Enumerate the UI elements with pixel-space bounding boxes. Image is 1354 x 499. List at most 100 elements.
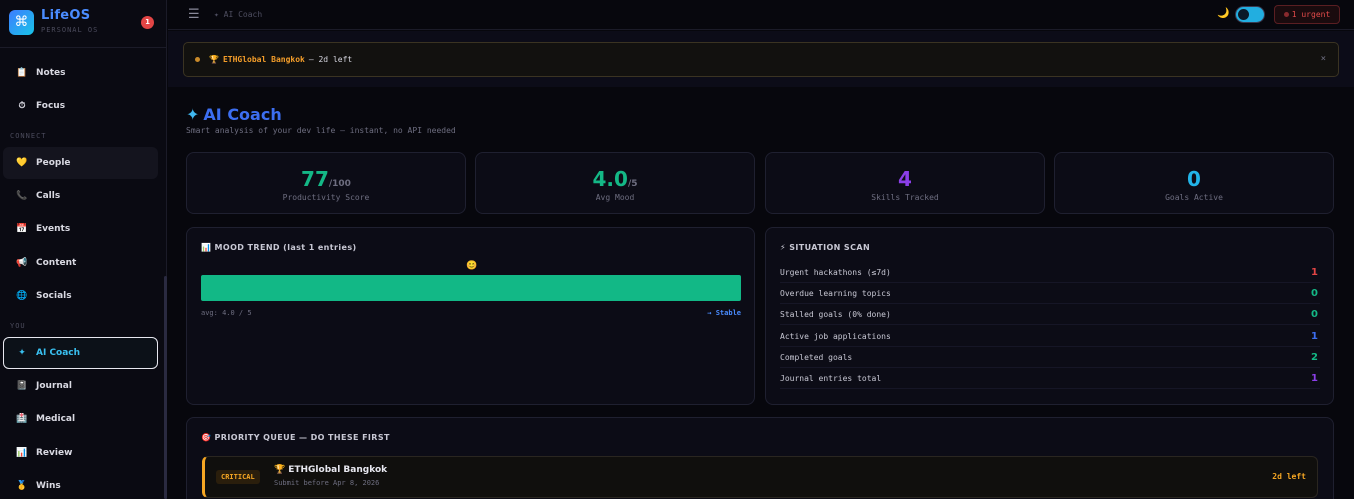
heart-icon: 💛 [16, 158, 28, 168]
sidebar-item-notes[interactable]: 📋 Notes [3, 57, 158, 89]
top-bar: ☰ ✦ AI Coach 🌙 1 urgent [168, 0, 1354, 30]
phone-icon: 📞 [16, 191, 28, 201]
scan-label: Urgent hackathons (≤7d) [780, 267, 891, 277]
sidebar-item-label: Content [36, 258, 77, 268]
sidebar-item-label: Socials [36, 291, 72, 301]
stat-card-mood: 4.0/5 Avg Mood [475, 152, 755, 214]
priority-queue-title: 🎯 PRIORITY QUEUE — DO THESE FIRST [201, 433, 390, 442]
sidebar-item-people[interactable]: 💛 People [3, 147, 158, 179]
stat-label: Skills Tracked [871, 193, 939, 202]
mood-trend-status: → Stable [707, 309, 741, 317]
sidebar-item-label: Focus [36, 101, 66, 111]
stat-number: 77 [301, 167, 329, 191]
queue-item-title: 🏆 ETHGlobal Bangkok [274, 465, 387, 475]
toggle-knob [1238, 9, 1249, 20]
sidebar-item-label: Wins [36, 481, 61, 491]
sidebar-item-label: Notes [36, 68, 66, 78]
megaphone-icon: 📢 [16, 258, 28, 268]
sidebar-item-events[interactable]: 📅 Events [3, 213, 158, 245]
page-title: ✦ AI Coach [186, 105, 282, 124]
scan-value: 2 [1311, 351, 1318, 363]
brand-subtitle: PERSONAL OS [41, 26, 99, 34]
trophy-icon: 🏆 [209, 55, 219, 64]
stat-number: 4 [898, 167, 912, 191]
stat-unit: /100 [328, 179, 351, 189]
sidebar-item-review[interactable]: 📊 Review [3, 437, 158, 469]
queue-item-title-text: ETHGlobal Bangkok [288, 465, 388, 475]
stat-number: 4.0 [592, 167, 628, 191]
queue-item-subtitle: Submit before Apr 8, 2026 [274, 479, 380, 487]
sidebar-item-label: Review [36, 448, 73, 458]
mood-trend-panel: 📊 MOOD TREND (last 1 entries) 😊 avg: 4.0… [186, 227, 755, 405]
queue-item[interactable]: CRITICAL 🏆 ETHGlobal Bangkok Submit befor… [202, 456, 1318, 498]
scan-label: Journal entries total [780, 373, 882, 383]
sidebar-item-medical[interactable]: 🏥 Medical [3, 403, 158, 435]
stat-label: Productivity Score [282, 193, 370, 202]
dot-icon [195, 57, 200, 62]
stat-label: Avg Mood [595, 193, 635, 202]
scan-row: Overdue learning topics 0 [780, 283, 1320, 304]
stat-unit: /5 [627, 179, 638, 189]
scan-label: Active job applications [780, 331, 891, 341]
dot-icon [1283, 12, 1289, 17]
sidebar-scrollbar[interactable] [164, 276, 167, 499]
situation-scan-panel: ⚡ SITUATION SCAN Urgent hackathons (≤7d)… [765, 227, 1334, 405]
sidebar-item-focus[interactable]: ⏱ Focus [3, 90, 158, 122]
sidebar-item-journal[interactable]: 📓 Journal [3, 370, 158, 402]
sidebar-item-content[interactable]: 📢 Content [3, 247, 158, 279]
bar-chart-icon: 📊 [16, 448, 28, 458]
mood-trend-title: 📊 MOOD TREND (last 1 entries) [201, 243, 357, 252]
banner-title[interactable]: ETHGlobal Bangkok [223, 55, 305, 64]
priority-tag: CRITICAL [216, 470, 260, 484]
page-subtitle: Smart analysis of your dev life — instan… [186, 126, 456, 135]
hospital-icon: 🏥 [16, 414, 28, 424]
breadcrumb: ✦ AI Coach [214, 10, 263, 19]
notification-badge[interactable]: 1 [141, 16, 154, 29]
stat-value: 4 [766, 167, 1044, 191]
app-logo-icon: ⌘ [9, 10, 34, 35]
menu-icon[interactable]: ☰ [188, 7, 200, 22]
stat-card-skills: 4 Skills Tracked [765, 152, 1045, 214]
close-icon[interactable]: × [1321, 54, 1326, 64]
moon-icon: 🌙 [1217, 8, 1230, 19]
stat-card-goals: 0 Goals Active [1054, 152, 1334, 214]
sidebar-item-label: Calls [36, 191, 61, 201]
sidebar-item-label: Events [36, 224, 71, 234]
theme-toggle[interactable] [1235, 6, 1265, 23]
deadline-banner: 🏆 ETHGlobal Bangkok — 2d left × [183, 42, 1339, 77]
scan-row: Urgent hackathons (≤7d) 1 [780, 262, 1320, 283]
page-title-text: AI Coach [203, 105, 282, 124]
medal-icon: 🥇 [16, 481, 28, 491]
mood-bar [201, 275, 741, 301]
scan-label: Stalled goals (0% done) [780, 309, 891, 319]
urgent-badge[interactable]: 1 urgent [1274, 5, 1340, 24]
stat-value: 77/100 [187, 167, 465, 191]
section-label-you: YOU [10, 322, 26, 330]
scan-label: Completed goals [780, 352, 853, 362]
situation-scan-title: ⚡ SITUATION SCAN [780, 243, 871, 252]
banner-text: — 2d left [308, 55, 353, 64]
stat-card-productivity: 77/100 Productivity Score [186, 152, 466, 214]
timer-icon: ⏱ [18, 101, 26, 111]
stat-value: 4.0/5 [476, 167, 754, 191]
stat-number: 0 [1187, 167, 1201, 191]
sidebar-item-label: People [36, 158, 71, 168]
calendar-icon: 📅 [16, 224, 28, 234]
scan-value: 0 [1311, 287, 1318, 299]
scan-value: 1 [1311, 266, 1318, 278]
urgent-text: 1 urgent [1291, 10, 1331, 19]
mood-average: avg: 4.0 / 5 [201, 309, 252, 317]
stat-value: 0 [1055, 167, 1333, 191]
sidebar-item-socials[interactable]: 🌐 Socials [3, 280, 158, 312]
sidebar-item-ai-coach[interactable]: ✦ AI Coach [3, 337, 158, 369]
scan-row: Active job applications 1 [780, 326, 1320, 347]
scan-value: 1 [1311, 372, 1318, 384]
scan-label: Overdue learning topics [780, 288, 891, 298]
scan-row: Completed goals 2 [780, 347, 1320, 368]
brand-header: ⌘ LifeOS PERSONAL OS 1 [0, 0, 167, 48]
sidebar-item-calls[interactable]: 📞 Calls [3, 180, 158, 212]
trophy-icon: 🏆 [274, 465, 286, 475]
globe-icon: 🌐 [16, 291, 28, 301]
scan-row: Journal entries total 1 [780, 368, 1320, 389]
sidebar-item-wins[interactable]: 🥇 Wins [3, 470, 158, 499]
